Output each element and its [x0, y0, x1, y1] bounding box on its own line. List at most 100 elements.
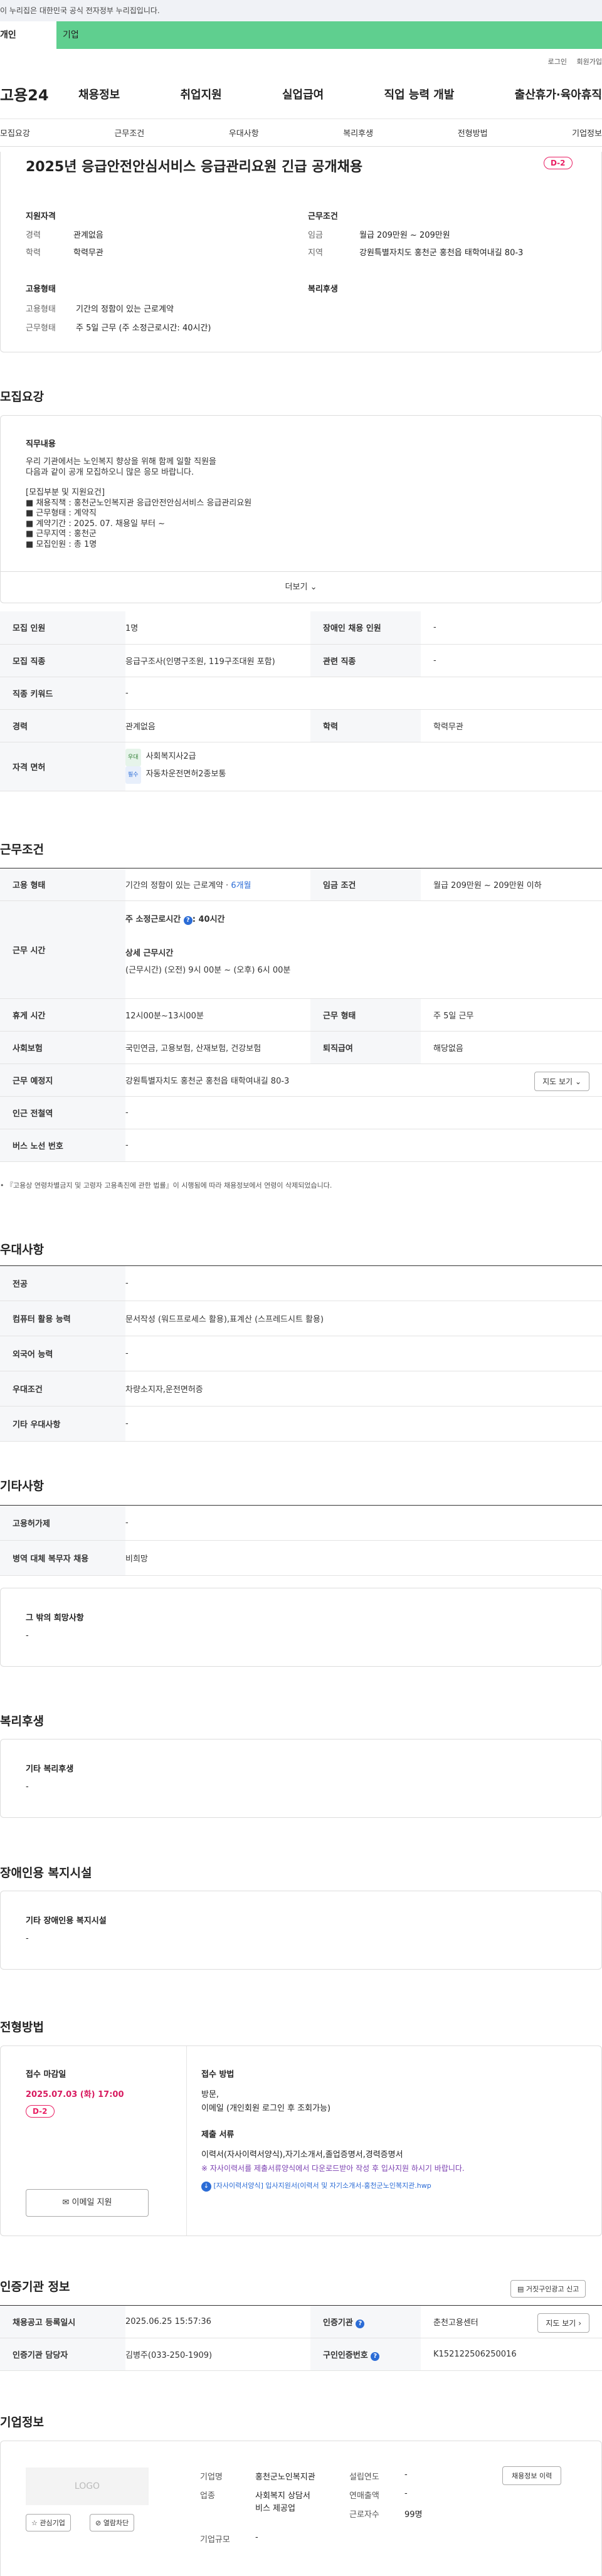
disab-box-title: 기타 장애인용 복지시설: [26, 1916, 107, 1926]
row-label: 우대조건: [0, 1371, 125, 1407]
row-label: 인근 전철역: [0, 1096, 125, 1129]
pref-section-title: 우대사항: [0, 1243, 44, 1257]
more-button[interactable]: 더보기 ⌄: [1, 571, 601, 603]
tab-company-info[interactable]: 기업정보: [572, 127, 602, 139]
info-icon[interactable]: ?: [356, 2319, 365, 2328]
section-tabs: 모집요강 근무조건 우대사항 복리후생 전형방법 기업정보: [0, 119, 602, 147]
row-label: 휴게 시간: [0, 998, 125, 1032]
row-label: 모집 인원: [0, 611, 125, 645]
row-label: 퇴직급여: [310, 1031, 421, 1064]
divider: [186, 2046, 187, 2236]
company-box: LOGO ☆ 관심기업 ⊘ 열람차단 기업명 홍천군노인복지관 업종 사회복지 상담…: [0, 2441, 602, 2576]
gov-banner: 이 누리집은 대한민국 공식 전자정부 누리집입니다.: [0, 0, 602, 21]
attachment-link[interactable]: ↓ [자사이력서양식] 입사지원서(이력서 및 자기소개서-홍천군노인복지관.h…: [201, 2180, 431, 2192]
row-label: 근무 시간: [0, 900, 125, 999]
row-value: 해당없음: [421, 1031, 602, 1064]
row-label: 직종 키워드: [0, 677, 125, 710]
row-label: 임금 조건: [310, 868, 421, 901]
welfare-box-title: 기타 복리후생: [26, 1765, 74, 1774]
docs-title: 제출 서류: [201, 2130, 235, 2140]
tab-work[interactable]: 근무조건: [114, 127, 144, 139]
tab-personal[interactable]: 개인: [0, 21, 56, 49]
info-icon[interactable]: ?: [371, 2352, 380, 2361]
block-icon: ⊘: [95, 2519, 102, 2527]
row-value: K152122506250016: [421, 2338, 602, 2371]
pref-table: 전공 - 컴퓨터 활용 능력 문서작성 (워드프로세스 활용),표계산 (스프레드시…: [0, 1265, 602, 1442]
row-label: 버스 노선 번호: [0, 1129, 125, 1162]
duty-title: 직무내용: [26, 440, 56, 449]
company-employees: 근로자수 99명: [349, 2510, 423, 2520]
cond-region: 지역 강원특별자치도 홍천군 홍천읍 태학여내길 80-3: [308, 248, 524, 258]
envelope-icon: ✉: [62, 2198, 70, 2207]
tab-recruit[interactable]: 모집요강: [0, 127, 30, 139]
tab-pref[interactable]: 우대사항: [229, 127, 259, 139]
job-history-button[interactable]: 채용정보 이력: [502, 2466, 562, 2485]
gnb-item-benefit[interactable]: 실업급여: [282, 86, 324, 102]
company-industry: 업종 사회복지 상담서 비스 제공업: [200, 2491, 310, 2513]
row-label: 모집 직종: [0, 644, 125, 677]
license-item: 우대 사회복지사2급: [125, 749, 602, 766]
row-value: 비희망: [125, 1540, 602, 1576]
info-icon[interactable]: ?: [183, 916, 193, 925]
select-box: 접수 마감일 2025.07.03 (화) 17:00 D-2 ✉ 이메일 지원…: [0, 2045, 602, 2236]
duty-box: 직무내용 우리 기관에서는 노인복지 향상을 위해 함께 일할 직원을 다음과 …: [0, 415, 602, 603]
chevron-right-icon: ›: [578, 2319, 581, 2328]
map-button[interactable]: 지도 보기 ⌄: [534, 1072, 589, 1091]
email-apply-button[interactable]: ✉ 이메일 지원: [26, 2189, 149, 2217]
deadline-title: 접수 마감일: [26, 2070, 66, 2079]
row-label: 장애인 채용 인원: [310, 611, 421, 645]
favorite-company-button[interactable]: ☆ 관심기업: [26, 2514, 71, 2531]
company-est: 설립연도 -: [349, 2470, 408, 2482]
gnb-item-jobs[interactable]: 채용정보: [78, 86, 120, 102]
row-value: 차량소지자,운전면허증: [125, 1371, 602, 1407]
row-value: 김병주(033-250-1909): [125, 2338, 310, 2371]
disab-box: 기타 장애인용 복지시설 -: [0, 1891, 602, 1970]
recruit-section-title: 모집요강: [0, 390, 44, 404]
agency-map-button[interactable]: 지도 보기 ›: [537, 2313, 589, 2333]
row-label: 고용허가제: [0, 1505, 125, 1541]
site-logo[interactable]: 고용24: [0, 83, 69, 105]
age-note: • 『고용상 연령차별금지 및 고령자 고용촉진에 관한 법률』이 시행됨에 따…: [0, 1181, 332, 1190]
join-link[interactable]: 회원가입: [577, 58, 602, 66]
company-logo: LOGO: [26, 2468, 149, 2505]
etc-table: 고용허가제 - 병역 대체 복무자 채용 비희망: [0, 1505, 602, 1576]
row-label: 채용공고 등록일시: [0, 2305, 125, 2338]
license-item: 필수 자동차운전면허2종보통: [125, 766, 602, 784]
download-icon: ↓: [201, 2182, 211, 2192]
gnb-item-training[interactable]: 직업 능력 개발: [384, 86, 455, 102]
welfare-section-title: 복리후생: [0, 1714, 44, 1728]
tab-company[interactable]: 기업: [56, 21, 602, 49]
gnb-item-support[interactable]: 취업지원: [181, 86, 222, 102]
login-link[interactable]: 로그인: [548, 58, 567, 66]
job-summary-card: 2025년 응급안전안심서비스 응급관리요원 긴급 공개채용 D-2 지원자격 …: [0, 152, 602, 352]
row-label: 병역 대체 복무자 채용: [0, 1540, 125, 1576]
etc-section-title: 기타사항: [0, 1479, 44, 1493]
row-value: 2025.06.25 15:57:36: [125, 2305, 310, 2338]
qual-title: 지원자격: [26, 212, 56, 221]
row-value: 12시00분~13시00분: [125, 998, 310, 1032]
tab-select[interactable]: 전형방법: [458, 127, 488, 139]
welfare-box: 기타 복리후생 -: [0, 1739, 602, 1818]
row-value: 춘천고용센터 지도 보기 ›: [421, 2305, 602, 2338]
method-value-1: 방문,: [201, 2090, 219, 2099]
chevron-down-icon: ⌄: [574, 1077, 581, 1086]
row-value: 1명: [125, 611, 310, 645]
star-icon: ☆: [31, 2519, 38, 2527]
other-wish-value: -: [26, 1631, 29, 1640]
row-value: 문서작성 (워드프로세스 활용),표계산 (스프레드시트 활용): [125, 1301, 602, 1336]
gnb-item-leave[interactable]: 출산휴가·육아휴직: [515, 86, 602, 102]
report-button[interactable]: ▤ 거짓구인광고 신고: [510, 2280, 586, 2298]
row-value: 기간의 정함이 있는 근로계약 · 6개월: [125, 868, 310, 901]
block-view-button[interactable]: ⊘ 열람차단: [90, 2514, 135, 2531]
qual-career: 경력 관계없음: [26, 231, 103, 240]
docs-value: 이력서(자사이력서양식),자기소개서,졸업증명서,경력증명서: [201, 2150, 403, 2160]
period-link[interactable]: 6개월: [231, 881, 251, 890]
row-value: 응급구조사(인명구조원, 119구조대원 포함): [125, 644, 310, 677]
disab-box-value: -: [26, 1934, 29, 1943]
method-title: 접수 방법: [201, 2070, 235, 2079]
tab-welfare[interactable]: 복리후생: [343, 127, 373, 139]
row-label: 사회보험: [0, 1031, 125, 1064]
row-value: -: [125, 1406, 602, 1442]
work-type: 근무형태 주 5일 근무 (주 소정근로시간: 40시간): [26, 324, 211, 333]
row-label: 구인인증번호 ?: [310, 2338, 421, 2371]
